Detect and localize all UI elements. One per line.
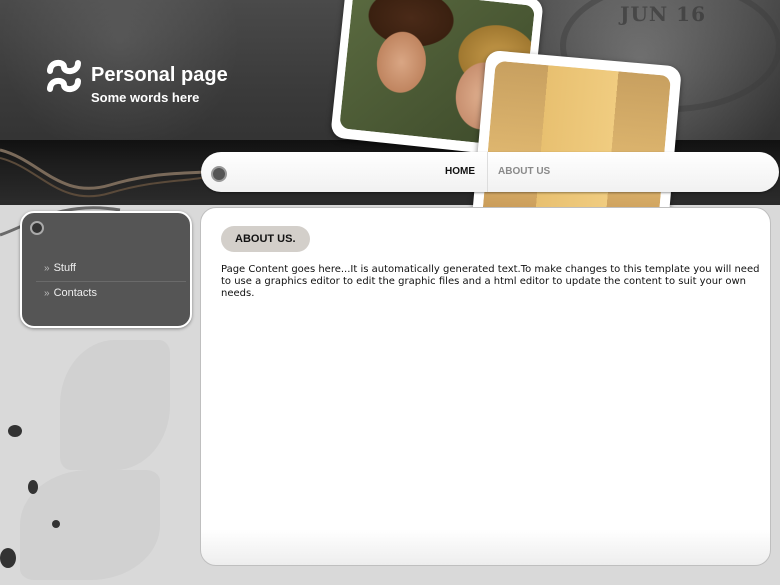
sidebar-item-label: Contacts [53, 287, 97, 299]
sidebar-item-contacts[interactable]: » Contacts [44, 287, 97, 299]
ink-splat [28, 480, 38, 494]
stamp-text: JUN 16 [620, 2, 706, 26]
logo-icon [47, 59, 81, 93]
ink-splat [52, 520, 60, 528]
nav-divider [487, 152, 488, 192]
content-heading: ABOUT US. [221, 226, 310, 252]
site-subtitle: Some words here [91, 90, 200, 105]
nav-home[interactable]: HOME [445, 166, 475, 177]
nav-about-us[interactable]: ABOUT US [498, 166, 550, 177]
content-body: Page Content goes here...It is automatic… [221, 264, 760, 299]
site-title: Personal page [91, 64, 228, 86]
sidebar-item-label: Stuff [53, 262, 76, 274]
main-content: ABOUT US. Page Content goes here...It is… [200, 207, 771, 566]
sidebar-item-stuff[interactable]: » Stuff [44, 262, 76, 274]
sidebar: » Stuff » Contacts [20, 211, 192, 328]
sidebar-grommet-icon [30, 221, 44, 235]
chevron-right-icon: » [44, 288, 50, 299]
top-nav: HOME ABOUT US [201, 152, 779, 192]
sidebar-divider [36, 281, 186, 282]
leaf-decoration [20, 470, 160, 580]
chevron-right-icon: » [44, 263, 50, 274]
nav-grommet-icon [211, 166, 227, 182]
ink-splat [0, 548, 16, 568]
leaf-decoration [60, 340, 170, 470]
ink-splat [8, 425, 22, 437]
